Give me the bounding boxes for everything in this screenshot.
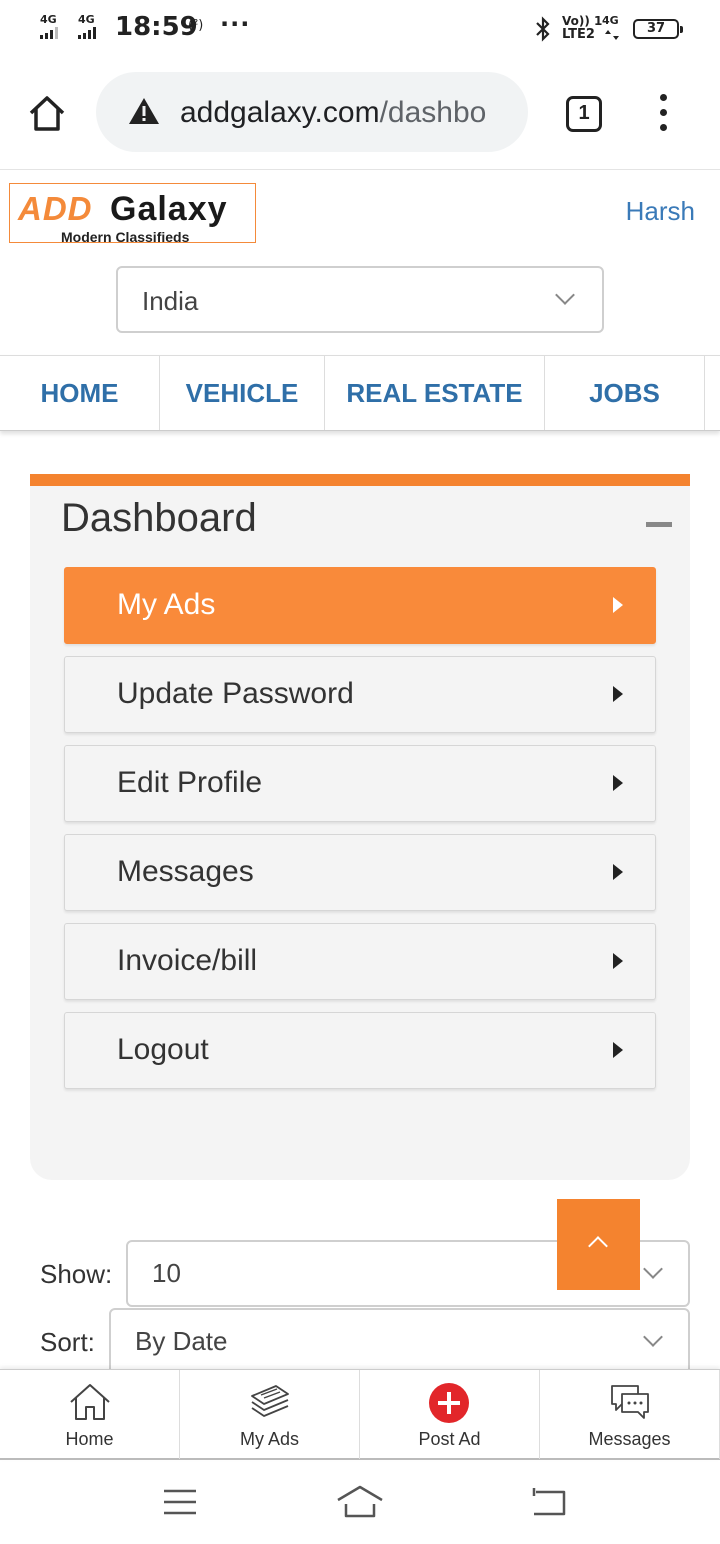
- site-logo[interactable]: ADD Galaxy Modern Classifieds: [9, 183, 256, 245]
- status-bar: 4G 4G 18:59 (²) ··· Vo)) 1 LTE2 4G 37: [0, 0, 720, 58]
- show-label: Show:: [40, 1259, 113, 1289]
- tab-my-ads[interactable]: My Ads: [180, 1370, 360, 1459]
- menu-item-edit-profile[interactable]: Edit Profile: [64, 745, 656, 822]
- sort-select[interactable]: By Date: [109, 1308, 690, 1375]
- url-text[interactable]: addgalaxy.com/dashbo: [180, 96, 510, 130]
- home-icon: [70, 1384, 110, 1420]
- recent-apps-icon[interactable]: [162, 1488, 198, 1516]
- chevron-down-icon: [555, 285, 575, 305]
- collapse-minus-icon[interactable]: [646, 522, 672, 527]
- logo-add-text: ADD: [18, 190, 93, 227]
- caret-right-icon: [613, 1042, 623, 1058]
- sort-value: By Date: [135, 1326, 228, 1356]
- menu-item-label: My Ads: [117, 588, 216, 621]
- battery-icon: 37: [633, 19, 683, 39]
- country-select[interactable]: India: [116, 266, 604, 333]
- data-arrows-icon: [605, 30, 619, 40]
- nav-item-label: REAL ESTATE: [346, 378, 523, 408]
- nav-item-vehicle[interactable]: VEHICLE: [160, 356, 325, 430]
- ads-stack-icon: [251, 1385, 289, 1417]
- tab-messages[interactable]: Messages: [540, 1370, 720, 1459]
- tab-label: Home: [65, 1429, 114, 1449]
- logo-galaxy-text: Galaxy: [110, 190, 228, 228]
- nav-item-jobs[interactable]: JOBS: [545, 356, 705, 430]
- system-navigation-bar: [0, 1462, 720, 1544]
- dashboard-menu: My Ads Update Password Edit Profile Mess…: [64, 567, 656, 1101]
- scroll-to-top-button[interactable]: [557, 1199, 640, 1290]
- clock: 18:59: [115, 12, 198, 42]
- menu-item-label: Edit Profile: [117, 766, 263, 799]
- volte-label: Vo)) 1: [562, 14, 603, 28]
- bottom-tab-bar: Home My Ads Post Ad Messages: [0, 1369, 720, 1460]
- nav-item-real-estate[interactable]: REAL ESTATE: [325, 356, 545, 430]
- tab-label: Messages: [588, 1429, 671, 1449]
- network-type-2: 4G: [78, 13, 95, 26]
- logo-tagline: Modern Classifieds: [61, 229, 190, 245]
- signal-icon-2: [78, 27, 96, 39]
- menu-item-label: Messages: [117, 855, 254, 888]
- menu-item-label: Update Password: [117, 677, 354, 710]
- nav-item-label: JOBS: [589, 378, 660, 408]
- caret-right-icon: [613, 864, 623, 880]
- back-icon[interactable]: [530, 1486, 568, 1518]
- menu-item-invoice-bill[interactable]: Invoice/bill: [64, 923, 656, 1000]
- signal-icon-1: [40, 27, 58, 39]
- menu-item-my-ads[interactable]: My Ads: [64, 567, 656, 644]
- caret-right-icon: [613, 686, 623, 702]
- network-type-3: 4G: [602, 14, 619, 27]
- nav-item-label: HOME: [40, 378, 119, 408]
- panel-title: Dashboard: [61, 496, 257, 540]
- caret-right-icon: [613, 953, 623, 969]
- show-count-value: 10: [152, 1258, 181, 1288]
- network-type-1: 4G: [40, 13, 57, 26]
- url-host: addgalaxy.com: [180, 96, 380, 129]
- caret-right-icon: [613, 775, 623, 791]
- chevron-up-icon: [588, 1236, 608, 1256]
- browser-home-icon[interactable]: [26, 92, 68, 134]
- address-bar[interactable]: addgalaxy.com/dashbo: [96, 72, 528, 152]
- menu-item-messages[interactable]: Messages: [64, 834, 656, 911]
- browser-menu-icon[interactable]: [656, 94, 670, 134]
- bluetooth-icon: [536, 16, 550, 42]
- hotspot-icon: (²): [188, 18, 204, 33]
- main-nav: HOME VEHICLE REAL ESTATE JOBS: [0, 355, 720, 431]
- tab-post-ad[interactable]: Post Ad: [360, 1370, 540, 1459]
- tab-label: Post Ad: [418, 1429, 481, 1449]
- menu-item-label: Invoice/bill: [117, 944, 258, 977]
- menu-item-logout[interactable]: Logout: [64, 1012, 656, 1089]
- chevron-down-icon: [643, 1259, 663, 1279]
- tab-home[interactable]: Home: [0, 1370, 180, 1459]
- dashboard-panel: Dashboard My Ads Update Password Edit Pr…: [30, 486, 690, 1180]
- panel-accent-bar: [30, 474, 690, 486]
- lte-label: LTE2: [562, 27, 595, 42]
- plus-circle-icon: [429, 1383, 469, 1423]
- url-path: /dashbo: [379, 96, 487, 129]
- menu-item-label: Logout: [117, 1033, 209, 1066]
- browser-toolbar: addgalaxy.com/dashbo 1: [0, 58, 720, 170]
- sort-label: Sort:: [40, 1327, 95, 1357]
- user-account-link[interactable]: Harsh: [626, 196, 695, 227]
- caret-right-icon: [613, 597, 623, 613]
- tab-switcher-button[interactable]: 1: [566, 96, 602, 132]
- nav-item-label: VEHICLE: [185, 378, 299, 408]
- system-home-icon[interactable]: [336, 1484, 384, 1520]
- country-selected-value: India: [142, 286, 199, 316]
- nav-item-home[interactable]: HOME: [0, 356, 160, 430]
- chat-icon: [611, 1385, 649, 1419]
- not-secure-warning-icon[interactable]: [128, 96, 160, 126]
- chevron-down-icon: [643, 1327, 663, 1347]
- menu-item-update-password[interactable]: Update Password: [64, 656, 656, 733]
- more-notifications-icon: ···: [220, 10, 251, 38]
- tab-label: My Ads: [239, 1429, 300, 1449]
